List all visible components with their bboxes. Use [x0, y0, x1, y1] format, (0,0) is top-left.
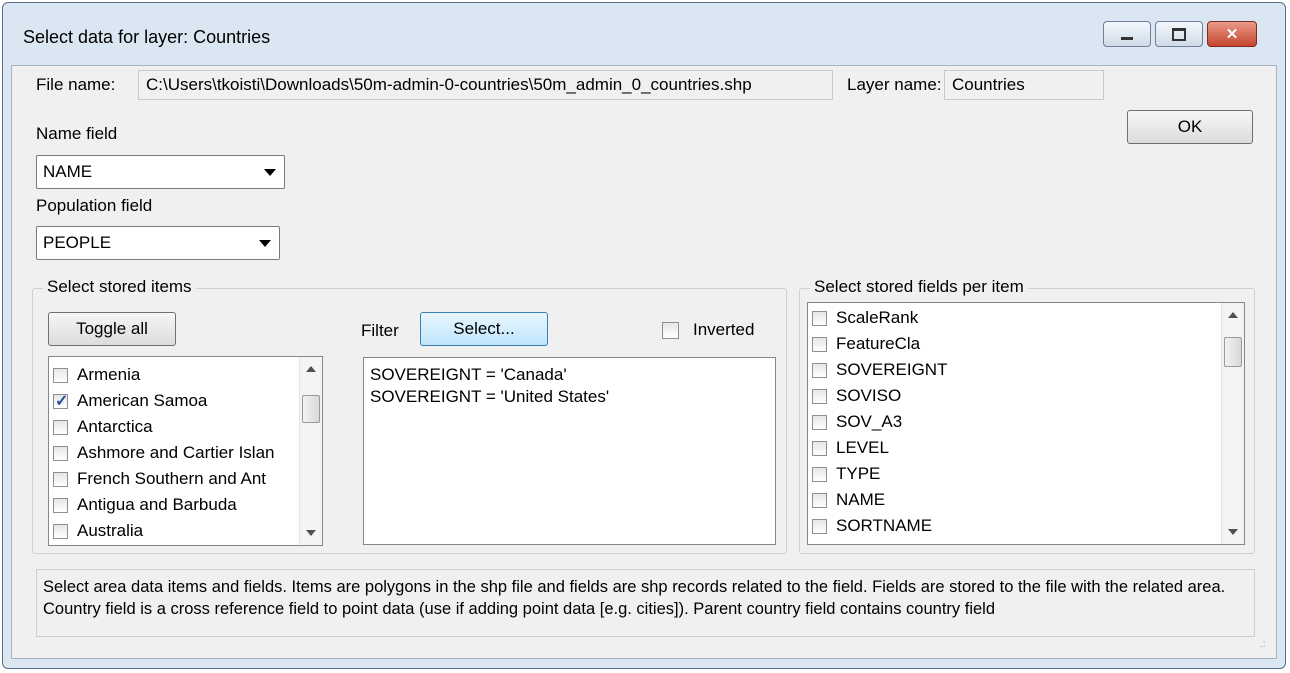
list-item[interactable]: TYPE	[808, 461, 1244, 487]
maximize-button[interactable]	[1155, 21, 1203, 47]
caption-buttons: ✕	[1103, 21, 1257, 47]
ok-button[interactable]: OK	[1127, 110, 1253, 144]
item-checkbox[interactable]	[53, 419, 68, 435]
filter-line: SOVEREIGNT = 'United States'	[370, 387, 610, 406]
toggle-all-button[interactable]: Toggle all	[48, 312, 176, 346]
item-checkbox[interactable]	[53, 523, 68, 539]
filter-line: SOVEREIGNT = 'Canada'	[370, 365, 567, 384]
resize-grip-icon[interactable]: .:	[1260, 640, 1272, 654]
field-checkbox[interactable]	[812, 492, 827, 508]
window-title: Select data for layer: Countries	[23, 27, 271, 47]
dialog-window: Select data for layer: Countries ✕ File …	[2, 2, 1286, 669]
scroll-up-icon[interactable]	[306, 366, 316, 372]
list-item[interactable]: FeatureCla	[808, 331, 1244, 357]
field-checkbox[interactable]	[812, 414, 827, 430]
list-item[interactable]: ScaleRank	[808, 305, 1244, 331]
list-item[interactable]: LEVEL	[808, 435, 1244, 461]
scroll-down-icon[interactable]	[306, 530, 316, 536]
minimize-icon	[1121, 36, 1133, 40]
name-field-value: NAME	[43, 162, 93, 181]
chevron-down-icon	[264, 169, 276, 176]
filter-text-area[interactable]: SOVEREIGNT = 'Canada' SOVEREIGNT = 'Unit…	[363, 357, 776, 545]
field-checkbox[interactable]	[812, 388, 827, 404]
minimize-button[interactable]	[1103, 21, 1151, 47]
layer-name-label: Layer name:	[847, 75, 942, 94]
maximize-icon	[1172, 27, 1186, 41]
dialog-client-area: File name: C:\Users\tkoisti\Downloads\50…	[11, 65, 1277, 659]
scroll-thumb[interactable]	[302, 395, 320, 423]
list-item[interactable]: Ashmore and Cartier Islan	[49, 440, 322, 466]
list-item[interactable]: SOVISO	[808, 383, 1244, 409]
inverted-checkbox[interactable]: Inverted	[662, 320, 754, 340]
field-checkbox[interactable]	[812, 440, 827, 456]
field-checkbox[interactable]	[812, 336, 827, 352]
list-item[interactable]: NAME	[808, 487, 1244, 513]
stored-items-title: Select stored items	[43, 277, 196, 297]
file-name-field[interactable]: C:\Users\tkoisti\Downloads\50m-admin-0-c…	[138, 70, 833, 100]
list-item[interactable]: SOV_A3	[808, 409, 1244, 435]
population-field-value: PEOPLE	[43, 233, 112, 252]
help-text: Select area data items and fields. Items…	[36, 569, 1255, 637]
field-checkbox[interactable]	[812, 518, 827, 534]
scroll-up-icon[interactable]	[1228, 312, 1238, 318]
select-filter-button[interactable]: Select...	[420, 312, 548, 346]
list-item[interactable]: Armenia	[49, 362, 322, 388]
stored-fields-list[interactable]: ScaleRank FeatureCla SOVEREIGNT SOVISO S…	[807, 302, 1245, 545]
stored-fields-title: Select stored fields per item	[810, 277, 1028, 297]
inverted-label: Inverted	[693, 320, 755, 339]
list-item[interactable]: SORTNAME	[808, 513, 1244, 539]
item-checkbox[interactable]	[53, 497, 68, 513]
list-item[interactable]: American Samoa	[49, 388, 322, 414]
layer-name-field[interactable]: Countries	[944, 70, 1104, 100]
list-item[interactable]: Antigua and Barbuda	[49, 492, 322, 518]
field-checkbox[interactable]	[812, 466, 827, 482]
stored-items-list[interactable]: Armenia American Samoa Antarctica Ashmor…	[48, 356, 323, 546]
stored-fields-scrollbar[interactable]	[1221, 303, 1244, 544]
item-checkbox[interactable]	[53, 367, 68, 383]
item-checkbox[interactable]	[53, 471, 68, 487]
item-checkbox[interactable]	[53, 445, 68, 461]
inverted-checkbox-box[interactable]	[662, 321, 679, 339]
title-bar[interactable]: Select data for layer: Countries ✕	[3, 3, 1285, 65]
population-field-label: Population field	[36, 196, 153, 215]
name-field-select[interactable]: NAME	[36, 155, 285, 189]
scroll-down-icon[interactable]	[1228, 529, 1238, 535]
population-field-select[interactable]: PEOPLE	[36, 226, 280, 260]
close-icon: ✕	[1225, 26, 1239, 43]
stored-items-scrollbar[interactable]	[299, 357, 322, 545]
filter-label: Filter	[361, 321, 399, 340]
close-button[interactable]: ✕	[1207, 21, 1257, 47]
list-item[interactable]: Australia	[49, 518, 322, 544]
scroll-thumb[interactable]	[1224, 337, 1242, 367]
list-item[interactable]: French Southern and Ant	[49, 466, 322, 492]
name-field-label: Name field	[36, 124, 118, 143]
item-checkbox[interactable]	[53, 391, 68, 411]
chevron-down-icon	[259, 240, 271, 247]
field-checkbox[interactable]	[812, 310, 827, 326]
file-name-label: File name:	[36, 75, 116, 94]
list-item[interactable]: SOVEREIGNT	[808, 357, 1244, 383]
list-item[interactable]: Antarctica	[49, 414, 322, 440]
field-checkbox[interactable]	[812, 362, 827, 378]
